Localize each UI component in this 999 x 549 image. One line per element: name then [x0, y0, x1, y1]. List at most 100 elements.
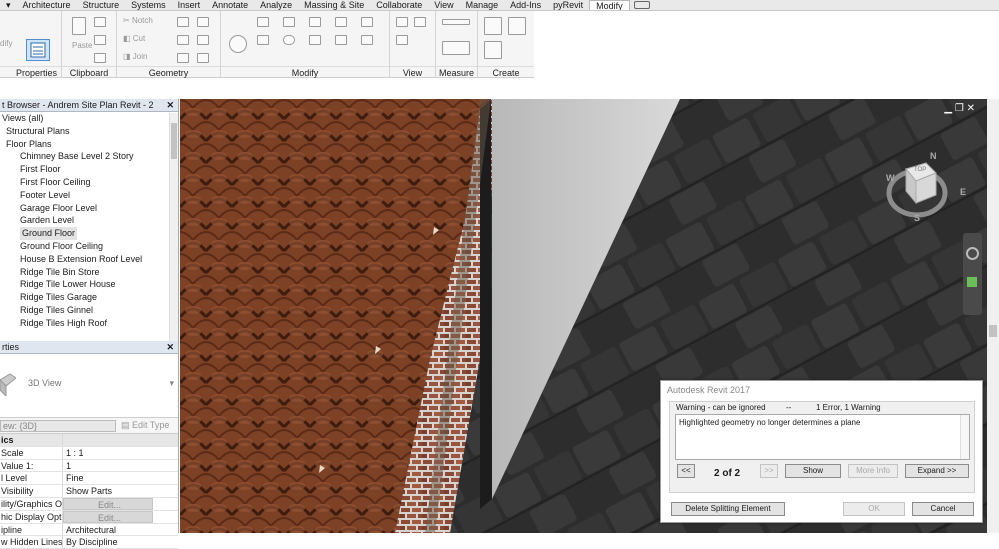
viewcube-face[interactable]: TOP: [914, 167, 926, 173]
tab-architecture[interactable]: Architecture: [17, 0, 77, 10]
array-icon[interactable]: [335, 17, 347, 27]
geometry-tool-1-icon[interactable]: [177, 17, 189, 27]
modify-tool-label[interactable]: dify: [0, 39, 12, 48]
match-properties-icon[interactable]: [94, 53, 106, 63]
browser-item[interactable]: Floor Plans: [0, 138, 178, 151]
property-value[interactable]: 1 : 1: [63, 447, 153, 459]
paste-button[interactable]: Paste: [72, 41, 92, 50]
browser-item[interactable]: Ground Floor Ceiling: [0, 240, 178, 253]
browser-item[interactable]: Ridge Tiles High Roof: [0, 317, 178, 330]
offset-icon[interactable]: [257, 35, 269, 45]
compass-west[interactable]: W: [886, 173, 895, 183]
tab-pyrevit[interactable]: pyRevit: [547, 0, 589, 10]
close-icon[interactable]: ✕: [166, 341, 174, 354]
browser-item[interactable]: First Floor: [0, 163, 178, 176]
trim-icon[interactable]: [309, 17, 321, 27]
cut-button[interactable]: ◧ Cut: [123, 34, 145, 43]
browser-item[interactable]: Garage Floor Level: [0, 202, 178, 215]
tab-manage[interactable]: Manage: [460, 0, 505, 10]
type-selector[interactable]: 3D View ▾: [0, 354, 178, 418]
tab-insert[interactable]: Insert: [172, 0, 207, 10]
rotate-icon[interactable]: [283, 35, 295, 45]
tab-systems[interactable]: Systems: [125, 0, 172, 10]
chevron-down-icon[interactable]: ▾: [169, 378, 174, 389]
properties-button[interactable]: [26, 39, 50, 61]
browser-item[interactable]: House B Extension Roof Level: [0, 253, 178, 266]
close-icon[interactable]: ✕: [166, 99, 174, 112]
create-part-icon[interactable]: [484, 17, 502, 35]
instance-filter-select[interactable]: ew: {3D}: [0, 420, 116, 432]
browser-item[interactable]: Chimney Base Level 2 Story: [0, 150, 178, 163]
mirror-icon[interactable]: [283, 17, 295, 27]
browser-item[interactable]: Structural Plans: [0, 125, 178, 138]
next-button[interactable]: >>: [760, 464, 778, 478]
ok-button[interactable]: OK: [843, 502, 905, 516]
edit-button[interactable]: Edit...: [63, 497, 153, 510]
delete-splitting-element-button[interactable]: Delete Splitting Element: [671, 502, 785, 516]
paste-icon[interactable]: [72, 17, 86, 35]
browser-item[interactable]: Ridge Tiles Ginnel: [0, 304, 178, 317]
browser-item[interactable]: Ridge Tiles Garage: [0, 291, 178, 304]
align-icon[interactable]: [257, 17, 269, 27]
override-icon[interactable]: [414, 17, 426, 27]
tab-massing-site[interactable]: Massing & Site: [298, 0, 370, 10]
scrollbar-thumb[interactable]: [171, 123, 177, 159]
property-value[interactable]: Fine: [63, 472, 153, 484]
move-icon[interactable]: [229, 35, 247, 53]
browser-item[interactable]: First Floor Ceiling: [0, 176, 178, 189]
cut-clip-icon[interactable]: [94, 35, 106, 45]
delete-icon[interactable]: [361, 35, 373, 45]
measure-icon[interactable]: [442, 19, 470, 25]
copy-icon[interactable]: [94, 17, 106, 27]
browser-item[interactable]: Ground Floor: [0, 227, 178, 240]
expand-button[interactable]: Expand >>: [905, 464, 969, 478]
tab-structure[interactable]: Structure: [77, 0, 126, 10]
property-value[interactable]: Architectural: [63, 524, 153, 536]
geometry-tool-4-icon[interactable]: [197, 35, 209, 45]
app-menu-icon[interactable]: ▾: [0, 0, 17, 10]
tab-modify[interactable]: Modify: [589, 0, 630, 10]
hide-icon[interactable]: [396, 17, 408, 27]
steering-wheel-icon[interactable]: [966, 247, 979, 260]
pin-icon[interactable]: [361, 17, 373, 27]
split-icon[interactable]: [309, 35, 321, 45]
paint-icon[interactable]: [396, 35, 408, 45]
property-value[interactable]: 1: [63, 460, 153, 472]
restore-icon[interactable]: ❐: [955, 103, 964, 114]
compass-east[interactable]: E: [960, 187, 966, 197]
quick-access-icon[interactable]: [633, 1, 650, 9]
tab-analyze[interactable]: Analyze: [254, 0, 298, 10]
tab-add-ins[interactable]: Add-Ins: [504, 0, 547, 10]
previous-button[interactable]: <<: [677, 464, 695, 478]
notch-button[interactable]: ✂ Notch: [123, 16, 153, 25]
more-info-button[interactable]: More Info: [848, 464, 898, 478]
create-group-icon[interactable]: [508, 17, 526, 35]
message-scrollbar[interactable]: [960, 415, 969, 459]
scale-icon[interactable]: [335, 35, 347, 45]
create-similar-icon[interactable]: [484, 41, 502, 59]
browser-item[interactable]: Views (all): [0, 112, 178, 125]
tab-collaborate[interactable]: Collaborate: [370, 0, 428, 10]
join-button[interactable]: ◨ Join: [123, 52, 147, 61]
browser-item[interactable]: Garden Level: [0, 214, 178, 227]
geometry-tool-3-icon[interactable]: [177, 35, 189, 45]
cancel-button[interactable]: Cancel: [912, 502, 974, 516]
tab-annotate[interactable]: Annotate: [206, 0, 254, 10]
browser-item[interactable]: Footer Level: [0, 189, 178, 202]
tab-view[interactable]: View: [428, 0, 459, 10]
viewport-scrollbar[interactable]: [987, 99, 999, 533]
show-button[interactable]: Show: [785, 464, 841, 478]
edit-button[interactable]: Edit...: [63, 510, 153, 523]
warning-message-box[interactable]: Highlighted geometry no longer determine…: [675, 414, 970, 460]
compass-south[interactable]: S: [914, 213, 920, 223]
compass-north[interactable]: N: [930, 151, 937, 161]
close-icon[interactable]: ✕: [967, 103, 975, 114]
dimension-icon[interactable]: [442, 41, 470, 55]
geometry-tool-6-icon[interactable]: [197, 53, 209, 63]
browser-item[interactable]: Ridge Tile Bin Store: [0, 266, 178, 279]
browser-item[interactable]: Ridge Tile Lower House: [0, 278, 178, 291]
edit-type-button[interactable]: ▤ Edit Type: [121, 420, 169, 431]
geometry-tool-2-icon[interactable]: [197, 17, 209, 27]
property-value[interactable]: [63, 434, 153, 446]
scrollbar-thumb[interactable]: [989, 325, 997, 337]
